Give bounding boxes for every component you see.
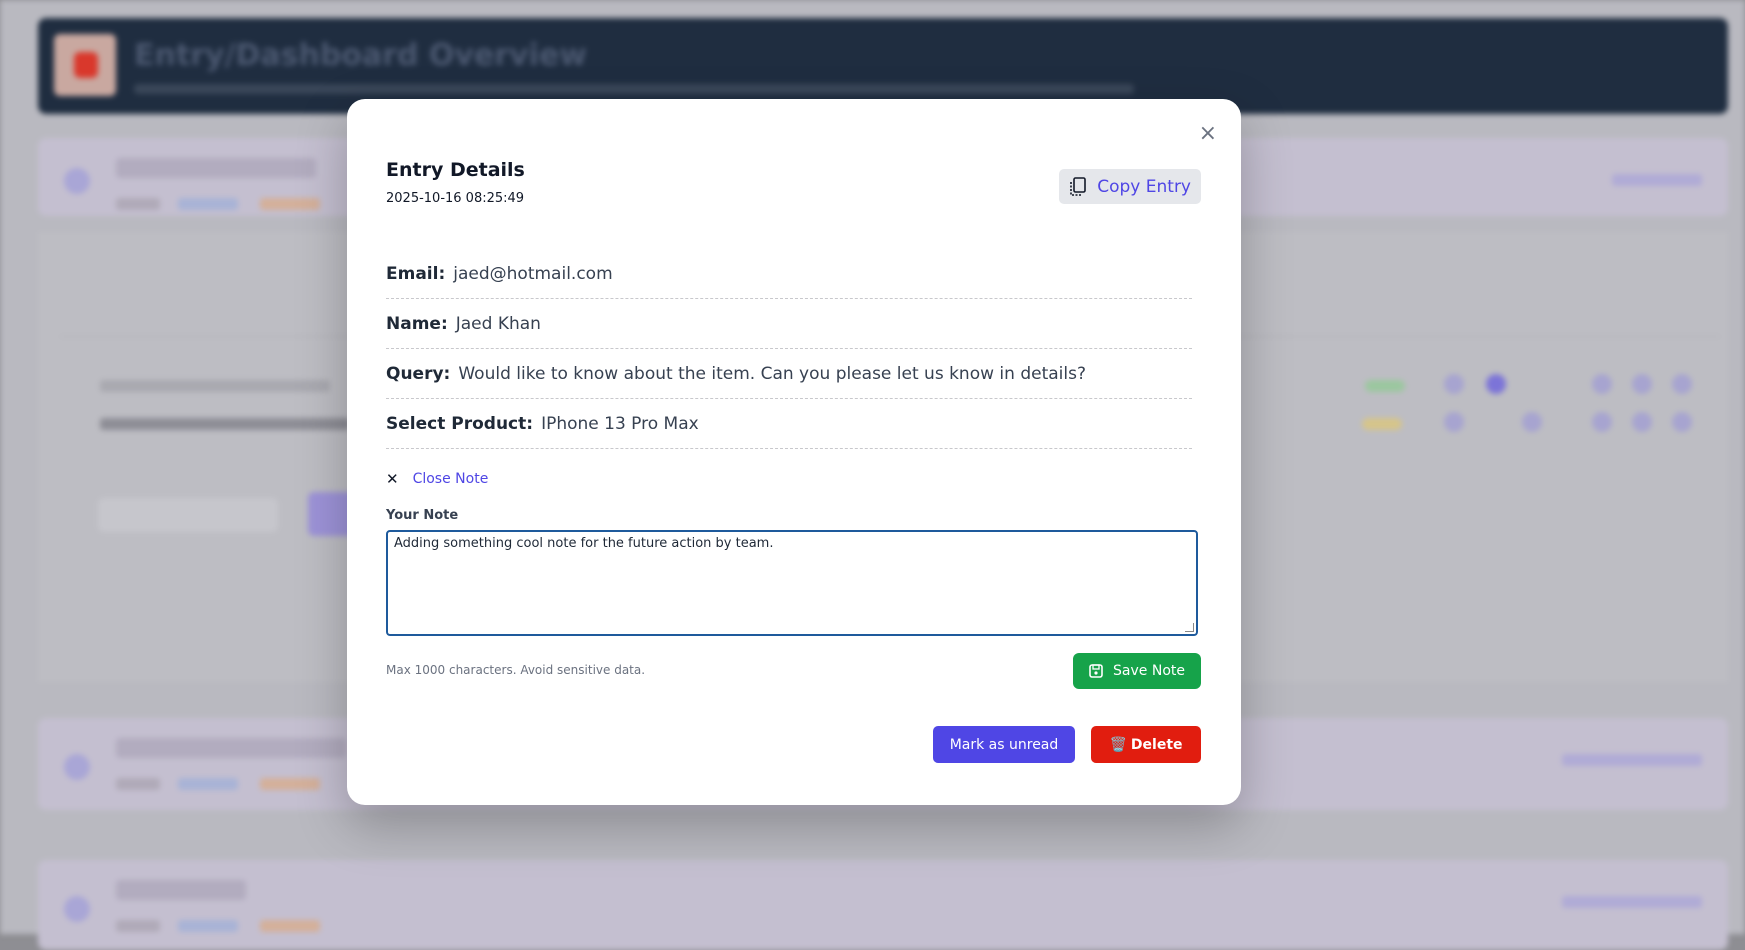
close-note-button[interactable]: ✕ Close Note [386, 470, 488, 488]
page-subtitle [134, 84, 1134, 94]
field-product: Select Product: IPhone 13 Pro Max [386, 399, 1192, 449]
trash-icon: 🗑️ [1109, 736, 1127, 753]
field-name: Name: Jaed Khan [386, 299, 1192, 349]
copy-entry-label: Copy Entry [1097, 176, 1191, 197]
field-value: Would like to know about the item. Can y… [458, 363, 1086, 384]
entry-fields: Email: jaed@hotmail.com Name: Jaed Khan … [386, 249, 1192, 449]
save-icon [1089, 664, 1103, 678]
delete-button[interactable]: 🗑️ Delete [1091, 726, 1201, 763]
note-label: Your Note [386, 508, 459, 523]
copy-entry-button[interactable]: Copy Entry [1059, 169, 1201, 204]
field-email: Email: jaed@hotmail.com [386, 249, 1192, 299]
field-query: Query: Would like to know about the item… [386, 349, 1192, 399]
field-value: IPhone 13 Pro Max [541, 413, 699, 434]
modal-title: Entry Details [386, 159, 525, 181]
note-textarea[interactable]: Adding something cool note for the futur… [386, 530, 1198, 636]
field-value: jaed@hotmail.com [453, 263, 613, 284]
close-icon[interactable]: × [1199, 123, 1217, 145]
save-note-button[interactable]: Save Note [1073, 653, 1201, 689]
field-label: Name: [386, 313, 448, 334]
mark-as-unread-button[interactable]: Mark as unread [933, 726, 1075, 763]
note-hint: Max 1000 characters. Avoid sensitive dat… [386, 663, 646, 677]
entry-details-modal: × Entry Details 2025-10-16 08:25:49 Copy… [347, 99, 1241, 805]
field-label: Query: [386, 363, 451, 384]
page-title: Entry/Dashboard Overview [134, 38, 588, 73]
delete-label: Delete [1130, 736, 1183, 753]
entry-timestamp: 2025-10-16 08:25:49 [386, 191, 525, 206]
field-value: Jaed Khan [455, 313, 541, 334]
copy-icon [1070, 176, 1087, 196]
field-label: Email: [386, 263, 446, 284]
close-note-icon: ✕ [386, 470, 399, 488]
close-note-label: Close Note [412, 471, 489, 487]
field-label: Select Product: [386, 413, 534, 434]
logo [54, 34, 116, 96]
save-note-label: Save Note [1113, 663, 1185, 679]
form-card [38, 860, 1728, 950]
